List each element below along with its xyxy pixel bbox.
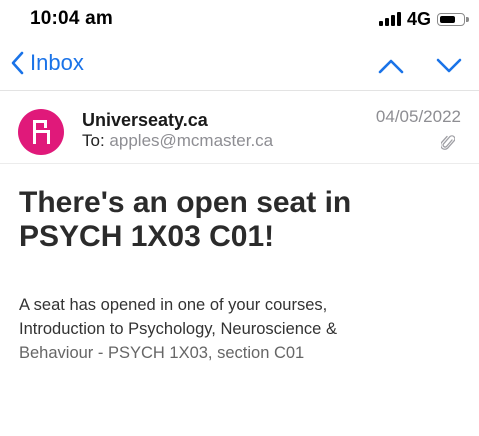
next-message-button[interactable]: [435, 52, 463, 80]
back-to-inbox-button[interactable]: Inbox: [10, 50, 84, 76]
body-line-3: Behaviour - PSYCH 1X03, section C01: [19, 344, 305, 362]
email-subject: There's an open seat in PSYCH 1X03 C01!: [19, 186, 459, 254]
chair-icon: [33, 120, 50, 144]
status-indicators: 4G: [378, 8, 469, 29]
chevron-left-icon: [11, 51, 24, 75]
back-label: Inbox: [30, 50, 84, 75]
message-date: 04/05/2022: [375, 107, 461, 126]
message-navigation: [377, 52, 463, 80]
paperclip-icon: [439, 134, 456, 157]
chevron-down-icon: [436, 58, 462, 73]
previous-message-button[interactable]: [377, 52, 405, 80]
cellular-signal-icon: [378, 12, 401, 26]
battery-fill: [440, 15, 456, 23]
subject-line-2: PSYCH 1X03 C01!: [19, 220, 275, 253]
network-type: 4G: [406, 8, 431, 29]
message-header: Universeaty.ca To: apples@mcmaster.ca 04…: [0, 91, 479, 163]
body-line-2: Introduction to Psychology, Neuroscience…: [19, 320, 337, 338]
recipient-address: apples@mcmaster.ca: [109, 131, 274, 150]
battery-icon: [437, 12, 469, 26]
to-prefix: To:: [82, 131, 105, 150]
subject-line-1: There's an open seat in: [19, 186, 352, 219]
header-divider: [0, 163, 479, 164]
chevron-up-icon: [378, 59, 404, 74]
status-bar: 10:04 am 4G: [0, 0, 479, 40]
sender-name[interactable]: Universeaty.ca: [82, 110, 208, 131]
sender-avatar[interactable]: [18, 109, 64, 155]
status-time: 10:04 am: [30, 8, 113, 29]
navigation-bar: Inbox: [0, 44, 479, 90]
recipient-line[interactable]: To: apples@mcmaster.ca: [82, 131, 273, 151]
email-body: A seat has opened in one of your courses…: [19, 293, 459, 365]
body-line-1: A seat has opened in one of your courses…: [19, 296, 328, 314]
email-screen: 10:04 am 4G Inbox Universeaty.ca To: app…: [0, 0, 479, 436]
